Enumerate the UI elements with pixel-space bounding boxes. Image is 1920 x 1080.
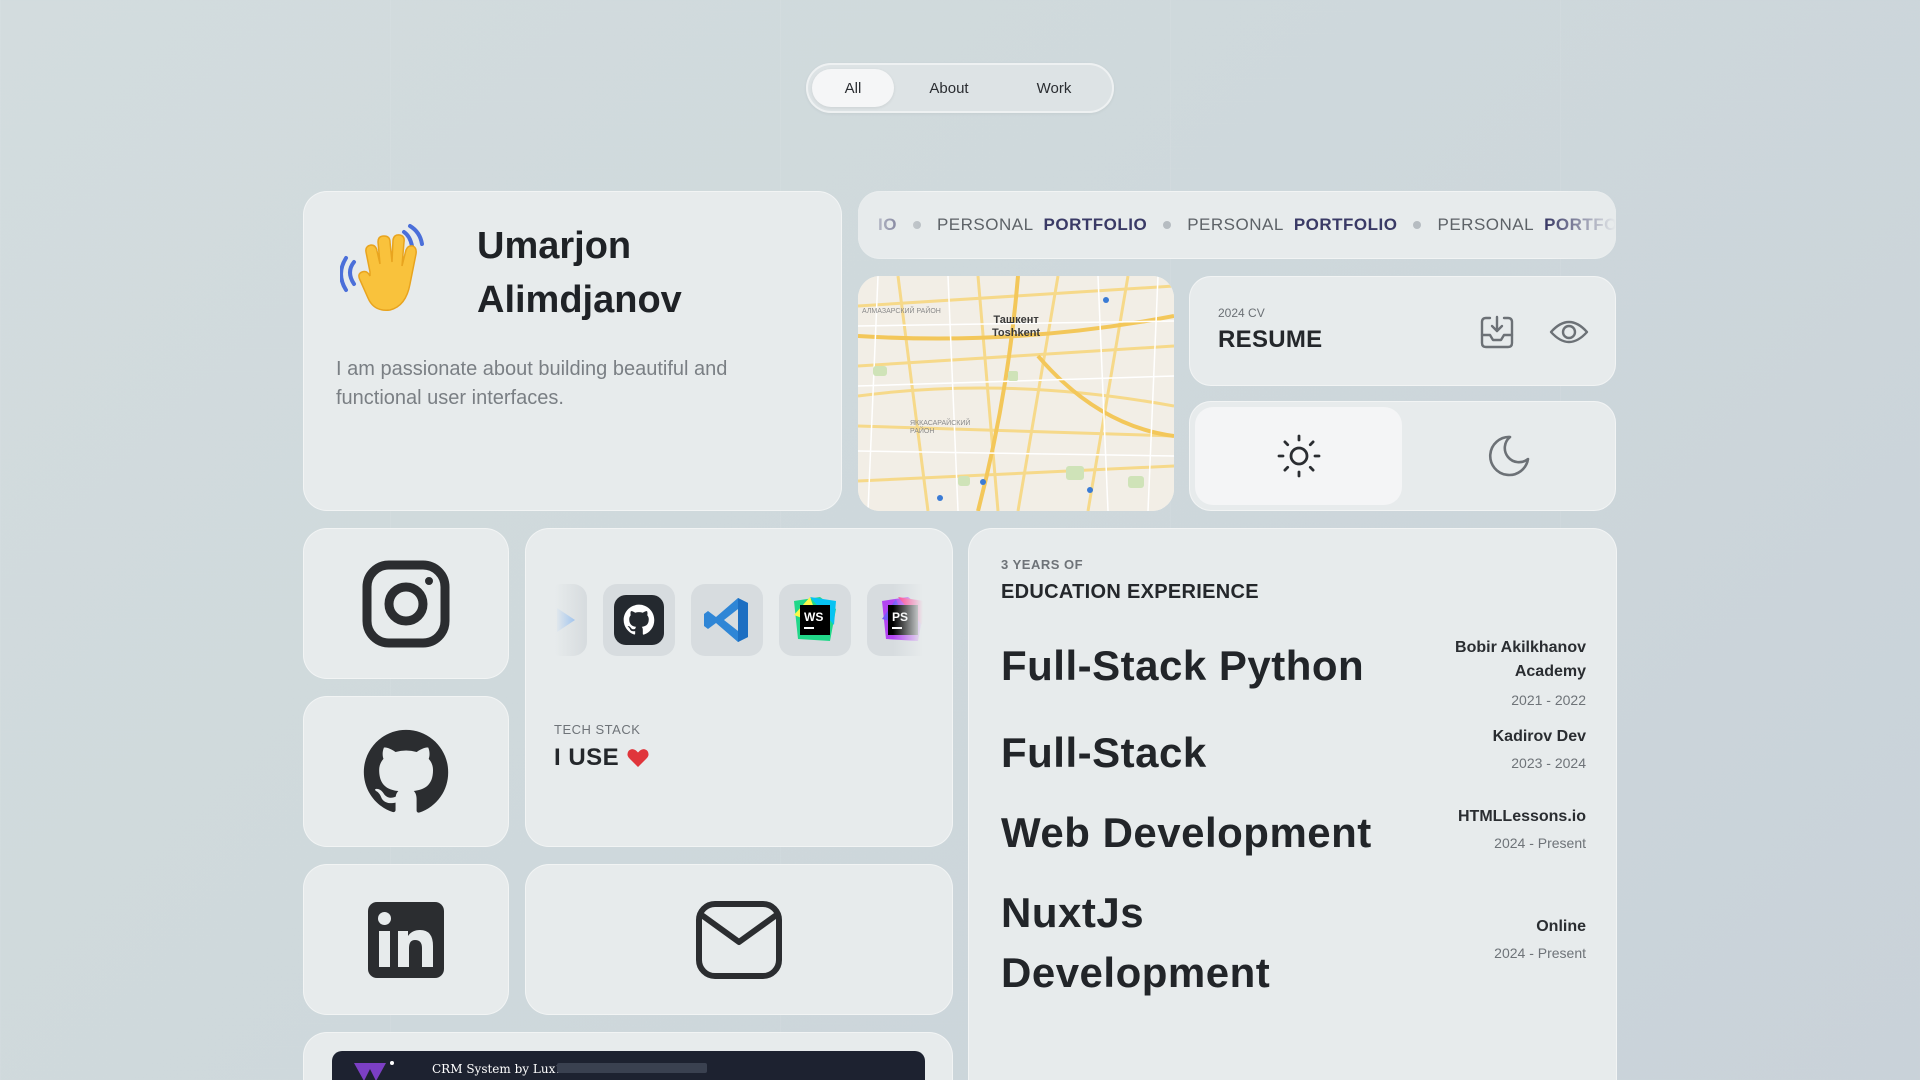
linkedin-link[interactable] <box>303 864 509 1015</box>
mail-icon <box>696 900 782 979</box>
education-school: Kadirov Dev <box>1492 728 1586 745</box>
resume-title: RESUME <box>1218 326 1323 353</box>
education-course: NuxtJs Development <box>1001 889 1271 996</box>
marquee-dot <box>1413 221 1422 229</box>
webstorm-icon: WS <box>794 597 836 641</box>
instagram-icon <box>362 560 450 647</box>
map-district-2: ЯККАСАРАЙСКИЙ РАЙОН <box>910 420 971 435</box>
map-city-label: Ташкент Toshkent <box>992 314 1040 340</box>
education-course: Full-Stack Python <box>1001 642 1365 689</box>
project-toolbar <box>557 1063 707 1073</box>
education-school: HTMLLessons.io <box>1457 808 1586 825</box>
profile-name: Umarjon Alimdjanov <box>477 219 777 327</box>
education-subtitle: 3 YEARS OF <box>1001 557 1084 572</box>
background-pattern <box>0 0 1920 1080</box>
marquee-portfolio: PORTFOLIO <box>1043 215 1148 234</box>
education-row: Full-Stack Kadirov Dev 2023 - 2024 <box>1001 723 1586 793</box>
eye-icon[interactable] <box>1549 314 1589 350</box>
profile-bio: I am passionate about building beautiful… <box>336 358 728 409</box>
resume-year: 2024 CV <box>1218 306 1265 320</box>
instagram-link[interactable] <box>303 528 509 679</box>
education-row: NuxtJs Development Online 2024 - Present <box>1001 883 1586 1013</box>
resume-card: 2024 CV RESUME <box>1189 276 1616 386</box>
marquee-personal: PERSONAL <box>1187 215 1284 234</box>
marquee-fade-left <box>858 191 928 259</box>
github-tech-icon <box>603 584 675 656</box>
map-district-1: АЛМАЗАРСКИЙ РАЙОН <box>862 308 941 315</box>
map-city-ru: Ташкент <box>993 314 1039 326</box>
project-card[interactable]: CRM System by Lux1177 <box>303 1032 953 1080</box>
education-school: Online <box>1536 918 1586 935</box>
heart-icon <box>627 749 649 767</box>
marquee-track: IO PERSONAL PORTFOLIO PERSONAL PORTFOLIO… <box>878 191 1616 259</box>
profile-last-name: Alimdjanov <box>477 279 682 321</box>
vscode-tech-icon <box>691 584 763 656</box>
education-title: EDUCATION EXPERIENCE <box>1001 581 1259 603</box>
github-app-icon <box>614 595 664 645</box>
tech-stack-card: WS PS TECH STACK I USE <box>525 528 953 847</box>
tab-work[interactable]: Work <box>1004 69 1104 107</box>
email-link[interactable] <box>525 864 953 1015</box>
marquee-personal: PERSONAL <box>936 215 1034 234</box>
tech-icons-carousel: WS PS <box>555 584 923 658</box>
marquee-personal: PERSONAL <box>1437 215 1535 234</box>
education-row: Full-Stack Python Bobir Akilkhanov Acade… <box>1001 636 1586 716</box>
project-logo-icon <box>354 1061 394 1080</box>
education-years: 2021 - 2022 <box>1511 692 1586 708</box>
github-icon <box>363 729 449 813</box>
profile-card: Umarjon Alimdjanov I am passionate about… <box>303 191 842 511</box>
theme-toggle <box>1189 401 1616 511</box>
portfolio-marquee: IO PERSONAL PORTFOLIO PERSONAL PORTFOLIO… <box>858 191 1616 259</box>
education-school: Bobir Akilkhanov Academy <box>1455 639 1586 680</box>
moon-icon <box>1488 435 1530 477</box>
tech-fade-right <box>893 584 923 658</box>
tech-fade-left <box>555 584 585 658</box>
map-city-uz: Toshkent <box>992 327 1041 339</box>
education-course: Web Development <box>1001 809 1372 856</box>
sun-icon <box>1277 434 1320 478</box>
webstorm-tech-icon: WS <box>779 584 851 656</box>
filter-tabs: All About Work <box>806 63 1114 113</box>
tech-stack-label: TECH STACK <box>554 722 641 737</box>
svg-text:WS: WS <box>804 610 823 624</box>
education-row: Web Development HTMLLessons.io 2024 - Pr… <box>1001 803 1586 873</box>
download-icon[interactable] <box>1478 313 1516 351</box>
linkedin-icon <box>368 901 444 978</box>
tech-stack-title: I USE <box>554 744 620 771</box>
github-link[interactable] <box>303 696 509 847</box>
education-card: 3 YEARS OF EDUCATION EXPERIENCE Full-Sta… <box>968 528 1617 1080</box>
location-map[interactable]: Ташкент Toshkent АЛМАЗАРСКИЙ РАЙОН ЯККАС… <box>858 276 1174 511</box>
education-years: 2024 - Present <box>1494 835 1586 851</box>
education-years: 2023 - 2024 <box>1511 755 1586 771</box>
marquee-fade-right <box>1546 191 1616 259</box>
tab-all[interactable]: All <box>812 69 894 107</box>
project-preview: CRM System by Lux1177 <box>332 1051 925 1080</box>
education-course: Full-Stack <box>1001 729 1207 776</box>
education-years: 2024 - Present <box>1494 945 1586 961</box>
tab-about[interactable]: About <box>894 69 1004 107</box>
light-mode-button[interactable] <box>1195 407 1402 505</box>
dark-mode-button[interactable] <box>1409 407 1609 505</box>
tech-stack-heading: I USE <box>554 744 649 772</box>
profile-first-name: Umarjon <box>477 225 632 267</box>
marquee-portfolio: PORTFOLIO <box>1293 215 1398 234</box>
marquee-dot <box>1163 221 1172 229</box>
waving-hand-icon <box>340 224 424 311</box>
vscode-icon <box>704 598 748 642</box>
